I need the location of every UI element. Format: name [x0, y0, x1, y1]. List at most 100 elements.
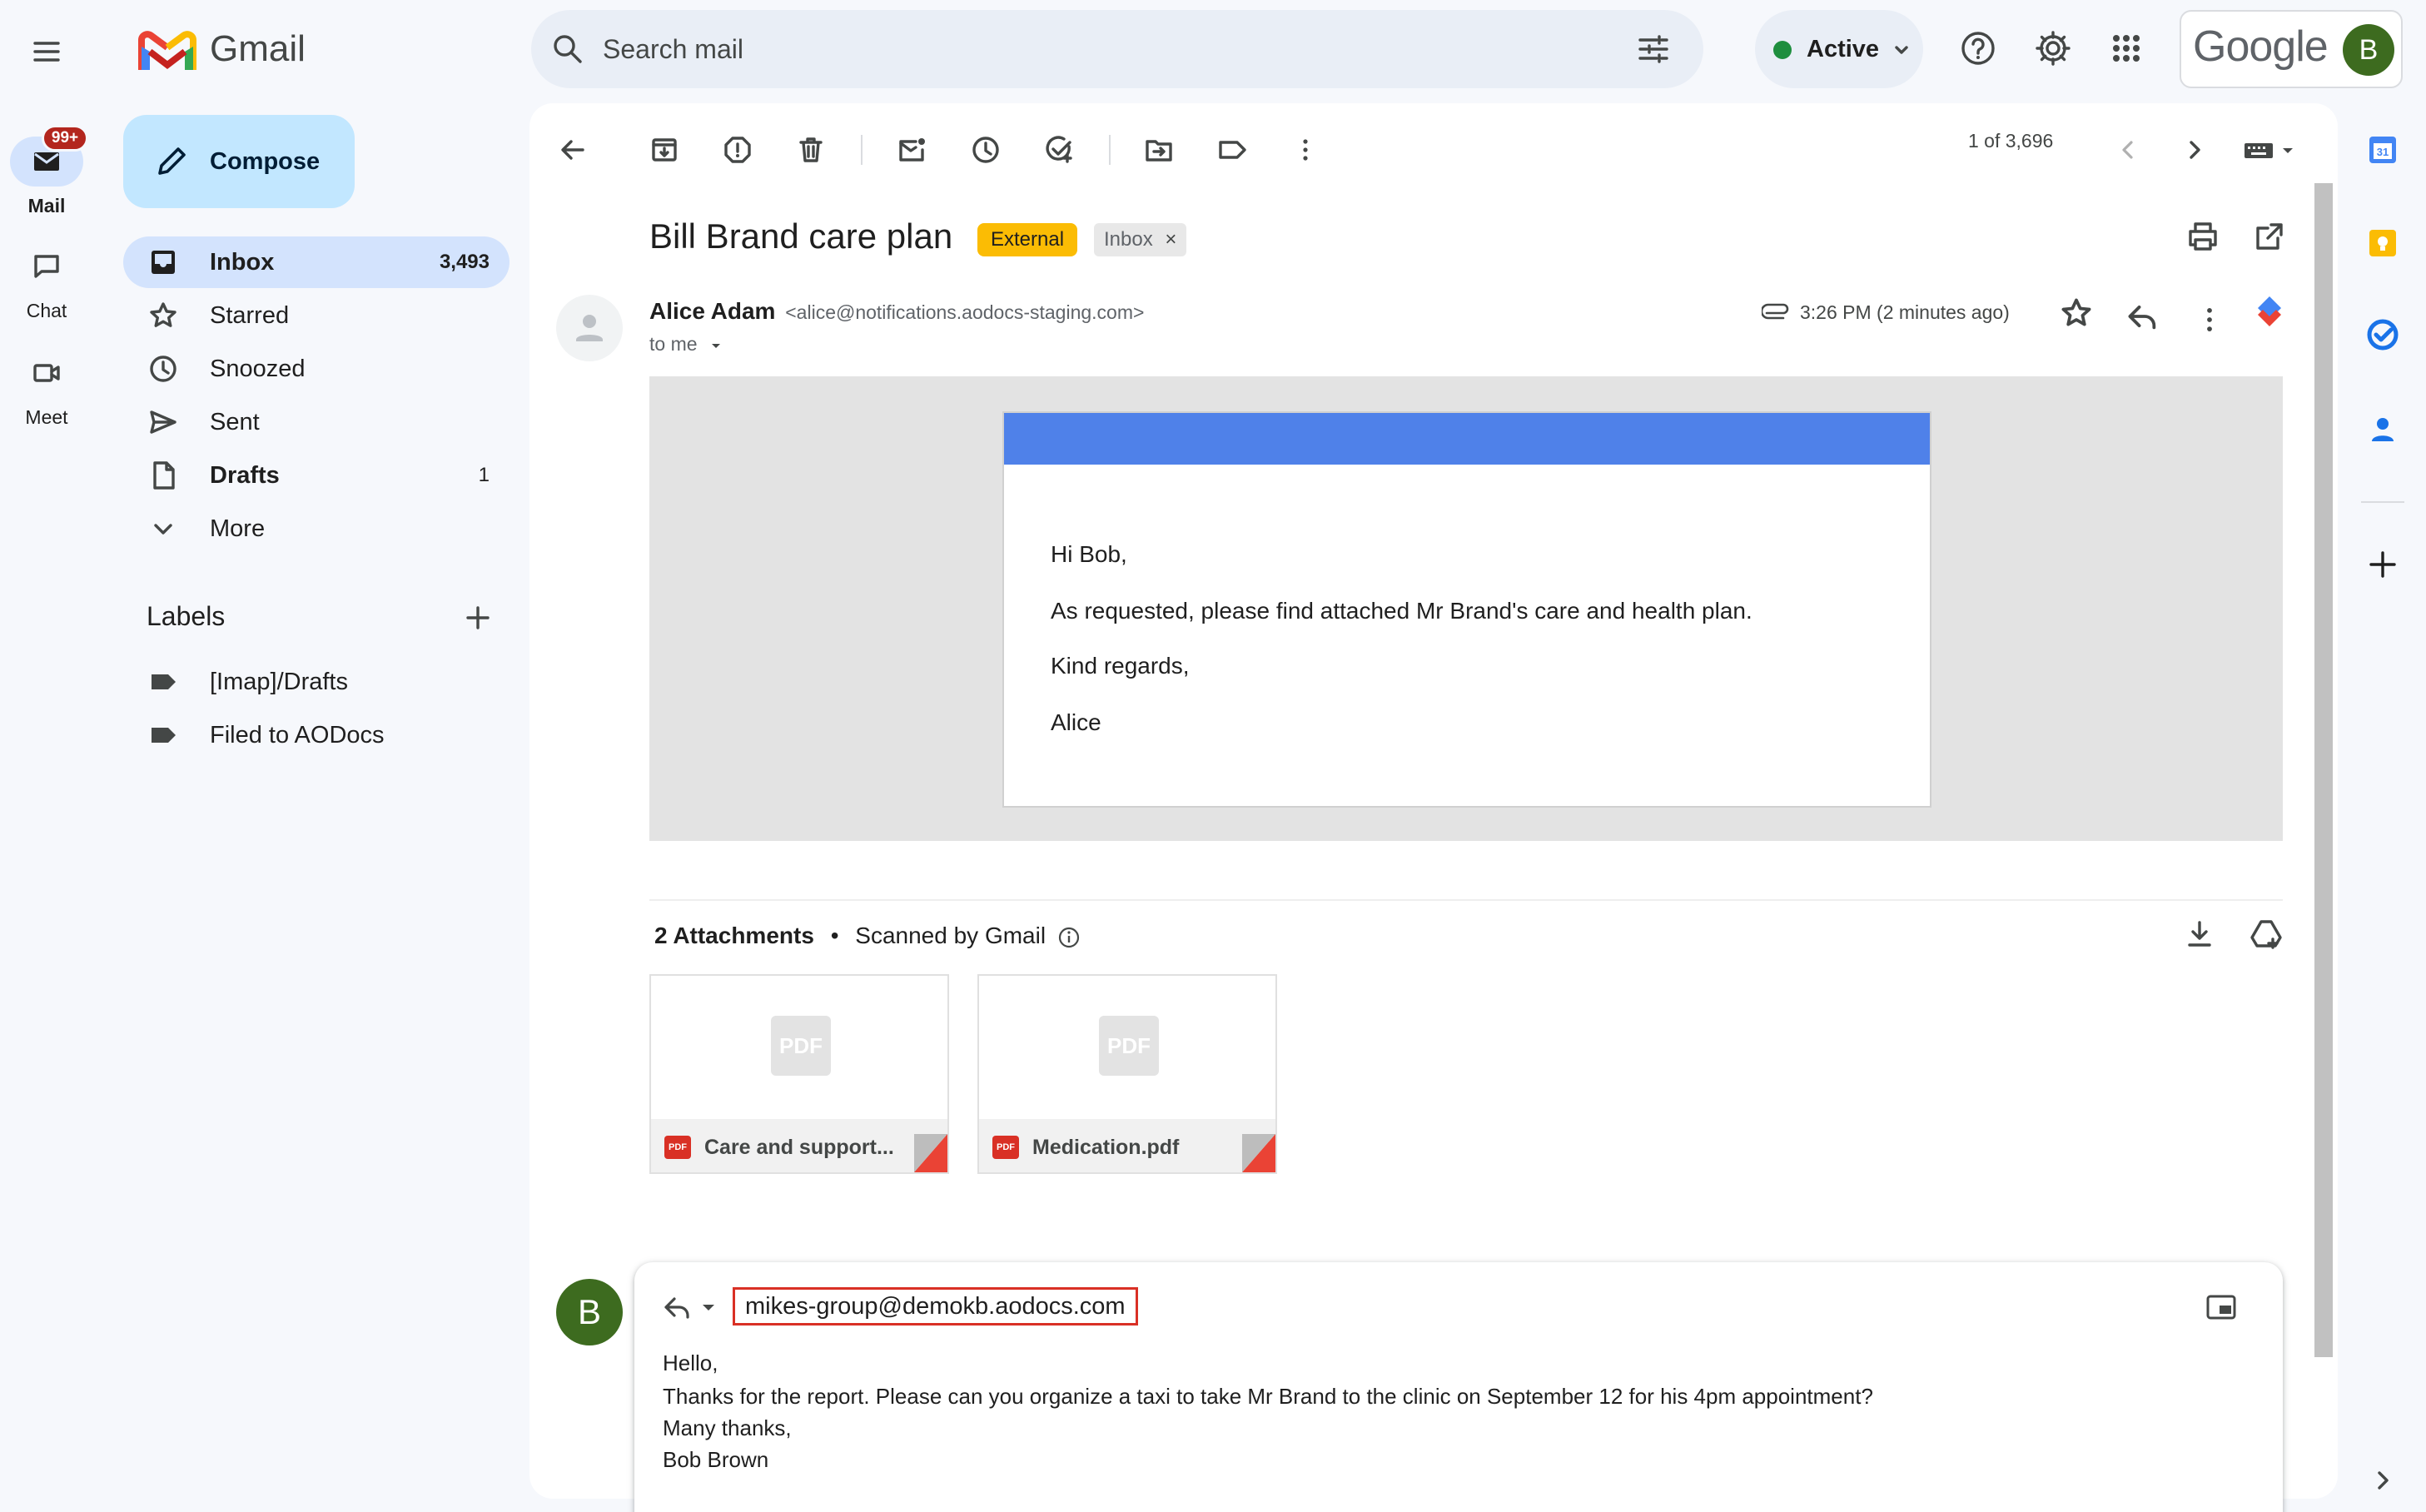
nav-label-sent: Sent [210, 409, 260, 435]
tasks-addon-button[interactable] [2364, 316, 2401, 353]
snooze-button[interactable] [959, 123, 1012, 177]
older-button[interactable] [2168, 123, 2221, 177]
contacts-addon-button[interactable] [2364, 411, 2401, 448]
attachment-card[interactable]: PDF PDF Medication.pdf [977, 974, 1277, 1174]
help-button[interactable] [1958, 28, 1998, 68]
download-all-button[interactable] [2183, 918, 2216, 951]
status-label: Active [1807, 36, 1880, 62]
get-addons-button[interactable] [2364, 546, 2401, 583]
search-icon [554, 35, 582, 63]
more-actions-button[interactable] [1279, 123, 1332, 177]
plus-icon [466, 606, 490, 629]
rail-item-meet[interactable]: Meet [0, 348, 93, 429]
label-as-button[interactable] [1206, 123, 1259, 177]
chevron-down-icon [1895, 46, 1908, 54]
search-input[interactable]: Search mail [603, 10, 743, 88]
sender-avatar[interactable] [556, 295, 623, 361]
gmail-logo-icon [138, 31, 196, 70]
account-switcher[interactable]: Google B [2180, 10, 2403, 88]
search-button[interactable] [551, 32, 584, 66]
nav-item-drafts[interactable]: Drafts 1 [123, 450, 510, 501]
search-options-button[interactable] [1637, 32, 1670, 66]
label-item-imap-drafts[interactable]: [Imap]/Drafts [123, 656, 510, 708]
remove-label-button[interactable]: × [1165, 228, 1176, 251]
status-selector[interactable]: Active [1755, 10, 1923, 88]
add-to-tasks-button[interactable] [1032, 123, 1086, 177]
attachment-name: Medication.pdf [1032, 1136, 1180, 1159]
rail-item-chat[interactable]: Chat [0, 241, 93, 322]
attachment-clip-icon [1762, 303, 1789, 320]
aodocs-addon-button[interactable] [2251, 293, 2288, 333]
message-scrollbar[interactable] [2314, 183, 2333, 1357]
save-to-drive-button[interactable] [2250, 918, 2283, 951]
show-side-panel-button[interactable] [2364, 1462, 2401, 1499]
reply-text-line[interactable]: Bob Brown [663, 1447, 768, 1473]
report-spam-button[interactable] [711, 123, 764, 177]
message-more-button[interactable] [2193, 303, 2226, 336]
reply-text-line[interactable]: Thanks for the report. Please can you or… [663, 1384, 1873, 1410]
open-new-window-icon [2256, 223, 2283, 250]
reply-composer[interactable]: mikes-group@demokb.aodocs.com Hello, Tha… [634, 1262, 2283, 1512]
google-brand: Google [2193, 22, 2329, 71]
create-label-button[interactable] [463, 603, 493, 633]
mark-unread-icon [899, 138, 925, 162]
inbox-icon [152, 251, 175, 274]
input-tools-button[interactable] [2238, 123, 2304, 177]
reply-icon [2128, 306, 2156, 330]
mark-unread-button[interactable] [886, 123, 939, 177]
rail-label-mail: Mail [27, 195, 66, 216]
star-button[interactable] [2060, 296, 2093, 330]
account-avatar[interactable]: B [2343, 24, 2394, 76]
recipient-chip[interactable]: mikes-group@demokb.aodocs.com [733, 1287, 1138, 1325]
search-bar[interactable]: Search mail [531, 10, 1703, 88]
reply-text-line[interactable]: Hello, [663, 1350, 718, 1376]
move-to-button[interactable] [1132, 123, 1186, 177]
recipients-details[interactable]: to me [649, 333, 724, 356]
label-name: [Imap]/Drafts [210, 669, 348, 695]
attachment-card[interactable]: PDF PDF Care and support... [649, 974, 949, 1174]
newer-button[interactable] [2101, 123, 2155, 177]
archive-button[interactable] [638, 123, 691, 177]
chevron-right-icon [2378, 1471, 2389, 1490]
main-menu-button[interactable] [23, 28, 70, 75]
keep-icon [2369, 230, 2396, 256]
gmail-logo[interactable] [138, 28, 196, 73]
delete-button[interactable] [784, 123, 838, 177]
pop-out-reply-button[interactable] [2205, 1292, 2238, 1322]
keep-addon-button[interactable] [2364, 225, 2401, 261]
nav-item-more[interactable]: More [123, 503, 510, 555]
pencil-icon [158, 147, 186, 175]
apps-button[interactable] [2106, 28, 2146, 68]
external-tag: External [977, 223, 1078, 256]
calendar-addon-button[interactable]: 31 [2364, 132, 2401, 168]
label-item-filed-to-aodocs[interactable]: Filed to AODocs [123, 709, 510, 761]
nav-label-snoozed: Snoozed [210, 356, 306, 382]
keyboard-icon [2245, 143, 2293, 158]
message-content-card: Hi Bob, As requested, please find attach… [1002, 411, 1931, 808]
inbox-tag: Inbox × [1094, 223, 1187, 256]
sender-name: Alice Adam [649, 298, 776, 324]
reply-type-selector[interactable] [663, 1292, 726, 1322]
status-dot [1773, 41, 1792, 59]
snooze-icon [972, 137, 999, 163]
nav-item-snoozed[interactable]: Snoozed [123, 343, 510, 395]
mail-unread-badge: 99+ [42, 125, 88, 152]
reply-button[interactable] [2126, 300, 2160, 333]
nav-count-inbox: 3,493 [439, 251, 490, 273]
reply-text-line[interactable]: Many thanks, [663, 1415, 792, 1441]
star-icon [150, 302, 176, 327]
settings-button[interactable] [2033, 28, 2073, 68]
sender[interactable]: Alice Adam <alice@notifications.aodocs-s… [649, 298, 1144, 325]
print-all-button[interactable] [2186, 220, 2220, 253]
page-corner-icon [914, 1134, 947, 1172]
back-button[interactable] [546, 123, 599, 177]
reply-icon [664, 1297, 714, 1319]
nav-item-inbox[interactable]: Inbox 3,493 [123, 236, 510, 288]
compose-button[interactable]: Compose [123, 115, 355, 208]
nav-item-starred[interactable]: Starred [123, 290, 510, 341]
more-vert-icon [2207, 308, 2212, 331]
attachment-name: Care and support... [704, 1136, 894, 1159]
open-new-window-button[interactable] [2253, 220, 2286, 253]
nav-item-sent[interactable]: Sent [123, 396, 510, 448]
clock-icon [150, 356, 176, 382]
